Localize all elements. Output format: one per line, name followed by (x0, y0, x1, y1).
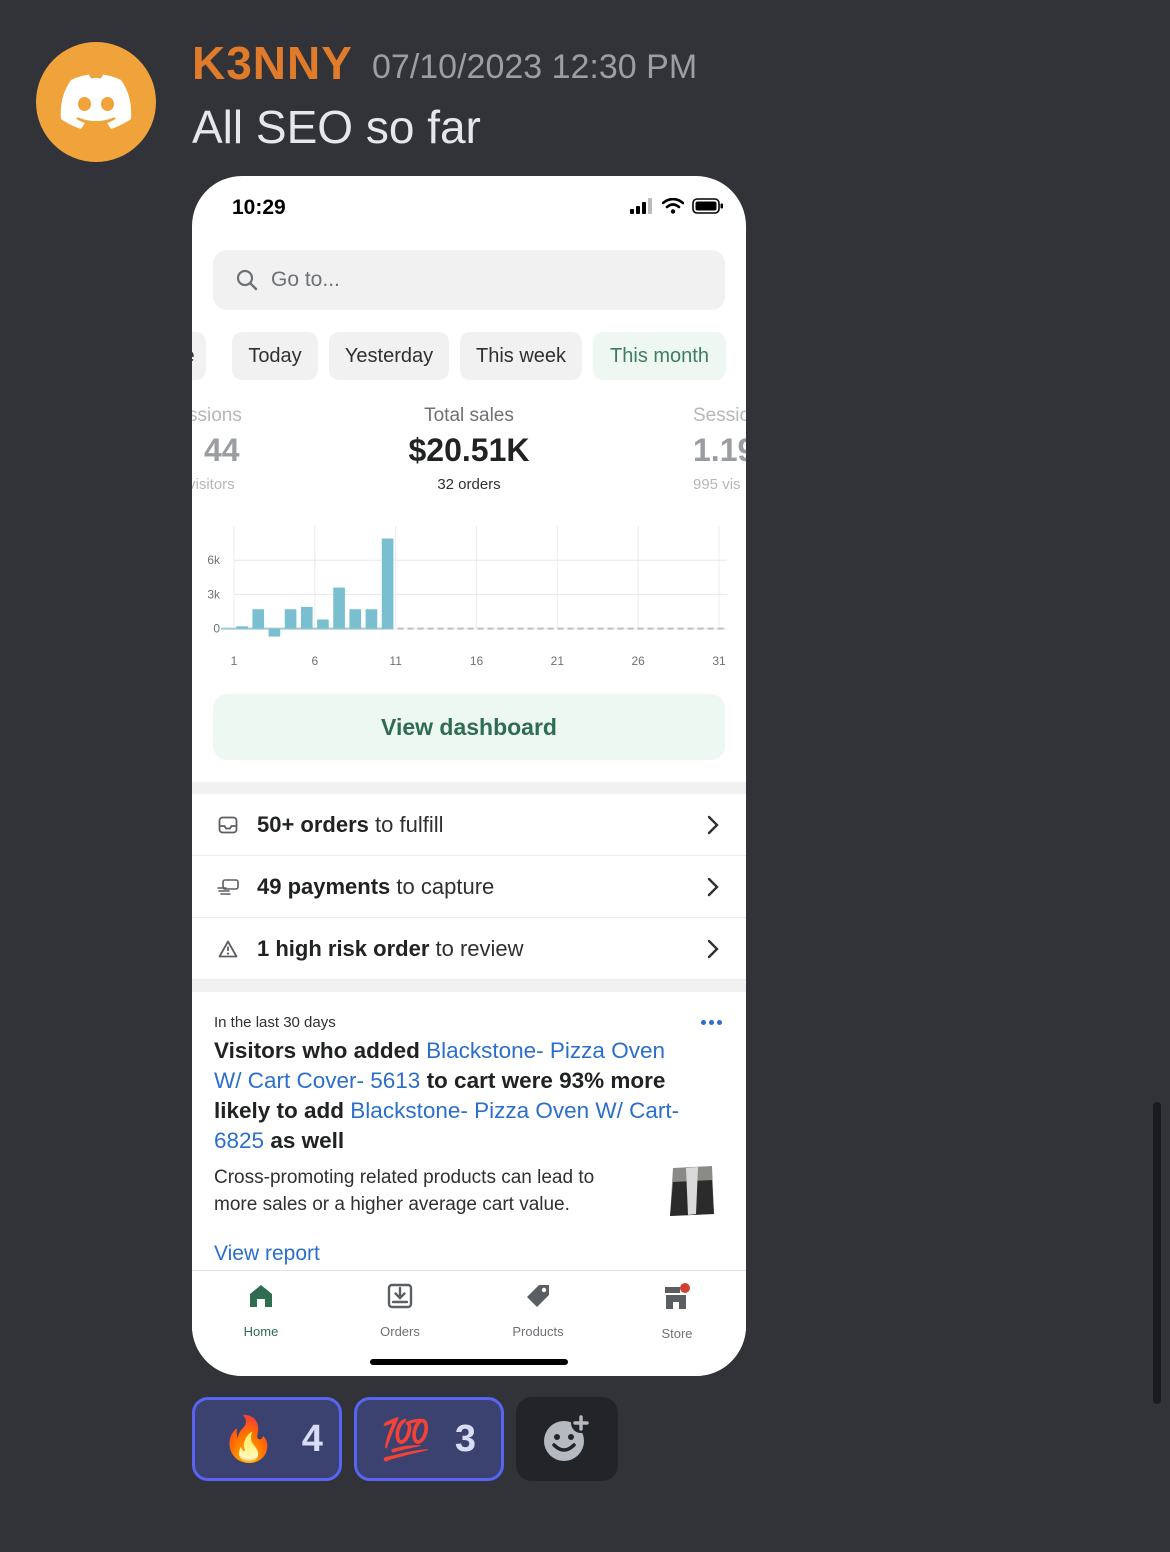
view-report-link[interactable]: View report (214, 1242, 320, 1266)
task-bold: 1 high risk order (257, 935, 430, 961)
insight-text: Visitors who added (214, 1038, 427, 1063)
tab-home[interactable]: Home (211, 1283, 311, 1339)
reaction-hundred[interactable]: 💯 3 (354, 1397, 504, 1481)
search-icon (236, 269, 258, 291)
insight-title: Visitors who added Blackstone- Pizza Ove… (214, 1036, 694, 1156)
tab-label: Store (661, 1326, 693, 1341)
discord-logo-icon (60, 74, 132, 129)
chart-bar (300, 606, 313, 629)
tab-label: Orders (380, 1324, 420, 1339)
battery-icon (692, 198, 723, 214)
inbox-icon (216, 813, 240, 837)
message-timestamp: 07/10/2023 12:30 PM (372, 48, 698, 86)
total-sales-orders: 32 orders (437, 476, 501, 493)
home-indicator (370, 1359, 568, 1365)
y-tick-label: 3k (207, 587, 221, 601)
chart-bar (268, 628, 281, 637)
home-icon (250, 1285, 272, 1307)
metric-right-value: 1.19 (693, 432, 746, 468)
tab-label: Products (512, 1324, 564, 1339)
task-rest: to fulfill (368, 811, 444, 837)
chart-bar (317, 619, 329, 629)
chart-bar (284, 609, 297, 629)
chevron-right-icon (707, 815, 719, 835)
hundred-emoji: 💯 (381, 1417, 431, 1462)
x-tick-label: 21 (551, 654, 565, 668)
search-placeholder: Go to... (271, 268, 340, 291)
insight-period-label: In the last 30 days (214, 1014, 336, 1031)
x-tick-label: 11 (389, 654, 402, 668)
chevron-right-icon (707, 877, 719, 897)
task-high-risk-order[interactable]: 1 high risk order to review (192, 918, 746, 980)
wifi-icon (662, 198, 684, 214)
x-tick-label: 1 (231, 654, 238, 668)
scrollbar[interactable] (1153, 1102, 1161, 1404)
metric-right-sub: 995 vis (693, 476, 741, 493)
message-text: All SEO so far (192, 101, 481, 153)
x-tick-label: 16 (470, 654, 484, 668)
status-icons (630, 198, 724, 214)
total-sales-value[interactable]: $20.51K (192, 432, 746, 469)
reaction-count: 3 (454, 1417, 476, 1460)
task-payments-to-capture[interactable]: 49 payments to capture (192, 856, 746, 918)
date-chip-yesterday[interactable]: Yesterday (329, 332, 449, 380)
add-reaction-button[interactable] (516, 1397, 618, 1481)
task-orders-to-fulfill[interactable]: 50+ orders to fulfill (192, 794, 746, 856)
status-time: 10:29 (232, 196, 286, 219)
insight-description: Cross-promoting related products can lea… (214, 1167, 595, 1215)
orders-icon (387, 1283, 413, 1309)
sales-chart: 1 6 11 16 21 26 316k3k0 (207, 526, 727, 668)
chart-bar (333, 587, 345, 629)
fire-emoji: 🔥 (221, 1415, 276, 1464)
tab-products[interactable]: Products (488, 1283, 588, 1339)
date-chip-today[interactable]: Today (232, 332, 318, 380)
date-chip-this-week[interactable]: This week (460, 332, 582, 380)
insight-text: as well (264, 1128, 345, 1153)
product-thumbnail (668, 1164, 718, 1218)
view-dashboard-button[interactable]: View dashboard (213, 694, 725, 760)
x-tick-label: 6 (311, 654, 318, 668)
reaction-fire[interactable]: 🔥 4 (192, 1397, 342, 1481)
divider (192, 980, 746, 992)
y-tick-label: 0 (213, 622, 220, 636)
tag-icon (527, 1285, 549, 1307)
tab-store[interactable]: Store (627, 1283, 727, 1341)
divider (192, 782, 746, 794)
task-rest: to review (429, 935, 524, 961)
store-icon (665, 1283, 690, 1309)
username[interactable]: K3NNY (192, 36, 353, 90)
chart-bar (236, 626, 248, 629)
y-tick-label: 6k (207, 553, 221, 567)
date-chip-partial[interactable]: e (192, 332, 206, 380)
attachment-image[interactable]: 10:29 Go to... e Today Yesterday This we… (192, 176, 746, 1376)
signal-icon (630, 198, 652, 214)
task-bold: 50+ orders (257, 811, 369, 837)
chart-bar (349, 609, 362, 629)
x-tick-label: 31 (712, 654, 726, 668)
chevron-right-icon (707, 939, 719, 959)
reaction-count: 4 (301, 1417, 323, 1460)
chart-bar (365, 609, 378, 629)
avatar[interactable] (36, 42, 156, 162)
tab-label: Home (243, 1324, 279, 1339)
total-sales-label: Total sales (424, 405, 514, 426)
task-bold: 49 payments (257, 873, 391, 899)
task-rest: to capture (390, 873, 495, 899)
chart-bar (252, 609, 265, 629)
search-input[interactable]: Go to... (213, 250, 725, 310)
chart-bar (381, 538, 394, 629)
date-chip-this-month[interactable]: This month (593, 332, 726, 380)
payment-icon (216, 875, 240, 899)
more-options-icon[interactable] (701, 1020, 722, 1025)
x-tick-label: 26 (631, 654, 645, 668)
warning-icon (216, 937, 240, 961)
tab-orders[interactable]: Orders (350, 1283, 450, 1339)
metric-right-label: Sessic (693, 405, 746, 426)
add-reaction-icon (544, 1414, 591, 1461)
